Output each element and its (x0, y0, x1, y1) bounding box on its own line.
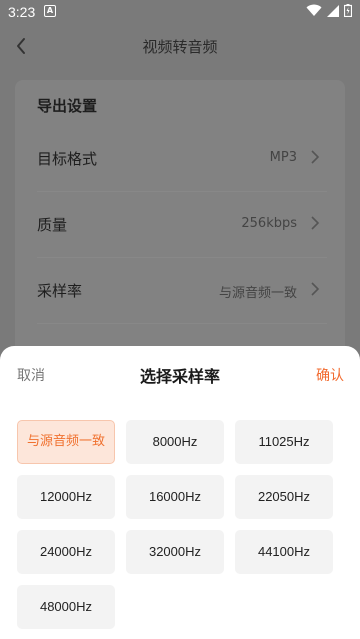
divider (37, 323, 327, 324)
sample-rate-option[interactable]: 11025Hz (235, 420, 333, 464)
app-bar: 视频转音频 (0, 24, 360, 68)
sample-rate-option-source[interactable]: 与源音频一致 (17, 420, 115, 464)
row-value: 与源音频一致 (218, 286, 297, 301)
sample-rate-option[interactable]: 8000Hz (126, 420, 224, 464)
sheet-title: 选择采样率 (139, 367, 220, 386)
row-label: 目标格式 (37, 150, 98, 168)
chevron-right-icon (311, 216, 320, 230)
sample-rate-sheet: 取消 选择采样率 确认 与源音频一致 8000Hz 11025Hz 12000H… (0, 346, 360, 639)
status-time: 3:23 (8, 4, 36, 20)
signal-icon (327, 4, 339, 17)
row-value: MP3 (269, 150, 297, 165)
status-icons (306, 4, 352, 17)
settings-row-sample-rate[interactable]: 采样率 与源音频一致 (37, 258, 327, 324)
status-bar: 3:23 A (0, 0, 360, 24)
sample-rate-option[interactable]: 44100Hz (235, 530, 333, 574)
sample-rate-option[interactable]: 32000Hz (126, 530, 224, 574)
sample-rate-option[interactable]: 22050Hz (235, 475, 333, 519)
row-label: 质量 (37, 216, 68, 234)
sample-rate-option[interactable]: 24000Hz (17, 530, 115, 574)
wifi-icon (306, 4, 322, 16)
sample-rate-option[interactable]: 48000Hz (17, 585, 115, 629)
settings-row-format[interactable]: 目标格式 MP3 (37, 126, 327, 192)
export-settings-card: 导出设置 目标格式 MP3 质量 256kbps 采样率 与源音频一致 (15, 80, 345, 380)
chevron-right-icon (311, 150, 320, 164)
row-label: 采样率 (37, 282, 83, 300)
sample-rate-option[interactable]: 12000Hz (17, 475, 115, 519)
notification-icon: A (44, 5, 56, 17)
row-value: 256kbps (241, 216, 297, 231)
page-title: 视频转音频 (142, 38, 218, 56)
confirm-button[interactable]: 确认 (316, 365, 344, 385)
battery-icon (344, 4, 352, 17)
export-settings-heading: 导出设置 (37, 97, 98, 115)
sample-rate-option[interactable]: 16000Hz (126, 475, 224, 519)
cancel-button[interactable]: 取消 (17, 365, 45, 385)
settings-row-quality[interactable]: 质量 256kbps (37, 192, 327, 258)
chevron-right-icon (311, 282, 320, 296)
